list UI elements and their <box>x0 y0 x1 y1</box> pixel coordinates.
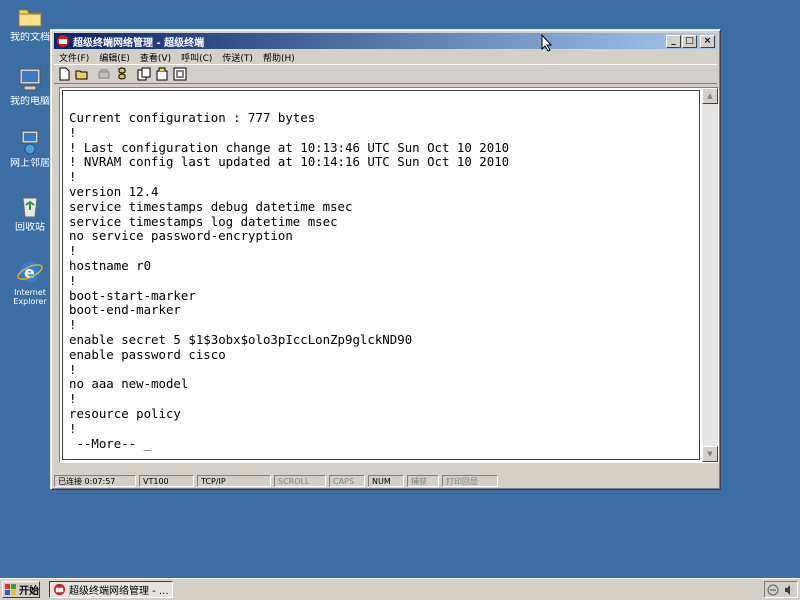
network-status-icon[interactable] <box>767 584 779 596</box>
scroll-up-icon: ▲ <box>707 92 713 100</box>
status-print-echo: 打印回显 <box>442 475 498 487</box>
recycle-bin-icon <box>22 197 38 218</box>
start-button[interactable]: 开始 <box>2 581 40 598</box>
status-scroll: SCROLL <box>274 475 326 487</box>
menu-file[interactable]: 文件(F) <box>54 51 94 64</box>
minimize-button[interactable]: _ <box>666 34 681 48</box>
maximize-button[interactable]: □ <box>682 34 697 48</box>
desktop-icon-network-places[interactable]: 网上邻居 <box>4 128 56 170</box>
desktop-icon-internet-explorer[interactable]: e Internet Explorer <box>4 258 56 306</box>
close-button[interactable]: × <box>700 34 715 48</box>
desktop-icon-my-computer[interactable]: 我的电脑 <box>4 66 56 108</box>
network-icon <box>21 130 39 155</box>
new-button[interactable] <box>56 66 72 82</box>
status-num: NUM <box>368 475 404 487</box>
disconnect-button[interactable] <box>96 66 112 82</box>
title-bar[interactable]: 超级终端网络管理 - 超级终端 _ □ × <box>54 33 717 49</box>
volume-icon[interactable] <box>783 584 795 596</box>
status-caps: CAPS <box>329 475 365 487</box>
computer-icon <box>19 68 41 91</box>
connect-icon <box>118 67 126 80</box>
windows-logo-icon <box>5 583 16 595</box>
scroll-down-icon: ▼ <box>707 450 713 458</box>
taskbar-item-hyperterminal[interactable]: 超级终端网络管理 - ... <box>49 581 173 598</box>
window-title: 超级终端网络管理 - 超级终端 <box>73 37 205 49</box>
desktop-icon-label: 我的文档 <box>10 32 50 43</box>
desktop-icon-label: Internet Explorer <box>13 288 47 306</box>
open-button[interactable] <box>74 66 90 82</box>
desktop-icon-label: 网上邻居 <box>10 158 50 169</box>
folder-icon <box>18 9 42 27</box>
desktop-icon-label: 回收站 <box>15 222 45 233</box>
vertical-scrollbar[interactable]: ▲ ▼ <box>702 88 718 462</box>
send-button[interactable] <box>136 66 152 82</box>
status-bar: 已连接 0:07:57 VT100 TCP/IP SCROLL CAPS NUM… <box>54 474 717 488</box>
receive-button[interactable] <box>154 66 170 82</box>
desktop-icon-recycle-bin[interactable]: 回收站 <box>4 192 56 234</box>
scroll-down-button[interactable]: ▼ <box>702 446 718 462</box>
toolbar <box>54 64 717 84</box>
terminal-frame: Current configuration : 777 bytes ! ! La… <box>59 87 719 463</box>
status-connection: 已连接 0:07:57 <box>54 475 136 487</box>
maximize-icon: □ <box>685 36 694 46</box>
disconnect-icon <box>98 69 110 79</box>
taskbar-item-label: 超级终端网络管理 - ... <box>69 586 169 597</box>
start-label: 开始 <box>19 586 39 597</box>
terminal-output: Current configuration : 777 bytes ! ! La… <box>69 110 510 451</box>
status-emulation: VT100 <box>139 475 194 487</box>
hyperterminal-app-icon <box>57 35 69 47</box>
new-icon <box>59 67 70 81</box>
hyperterminal-window: 超级终端网络管理 - 超级终端 _ □ × 文件(F) 编辑(E) 查看(V) … <box>50 29 721 490</box>
menu-call[interactable]: 呼叫(C) <box>176 51 217 64</box>
terminal-screen[interactable]: Current configuration : 777 bytes ! ! La… <box>62 90 700 460</box>
open-icon <box>75 70 88 80</box>
desktop-icon-my-documents[interactable]: 我的文档 <box>4 2 56 44</box>
close-icon: × <box>703 36 712 46</box>
menu-help[interactable]: 帮助(H) <box>258 51 300 64</box>
properties-button[interactable] <box>172 66 188 82</box>
taskbar: 开始 超级终端网络管理 - ... <box>0 578 800 600</box>
menu-transfer[interactable]: 传送(T) <box>217 51 258 64</box>
properties-icon <box>173 67 187 81</box>
status-protocol: TCP/IP <box>197 475 271 487</box>
system-tray <box>764 581 798 598</box>
internet-explorer-icon: e <box>17 262 43 282</box>
menu-view[interactable]: 查看(V) <box>135 51 176 64</box>
scroll-up-button[interactable]: ▲ <box>702 88 718 104</box>
minimize-icon: _ <box>671 36 676 46</box>
menu-edit[interactable]: 编辑(E) <box>94 51 135 64</box>
desktop-icon-label: 我的电脑 <box>10 96 50 107</box>
menu-bar: 文件(F) 编辑(E) 查看(V) 呼叫(C) 传送(T) 帮助(H) <box>54 50 717 64</box>
connect-button[interactable] <box>114 66 130 82</box>
status-capture: 捕获 <box>407 475 439 487</box>
mouse-cursor-icon <box>541 34 553 52</box>
receive-icon <box>156 67 168 81</box>
send-icon <box>137 67 151 81</box>
hyperterminal-app-icon <box>53 583 66 596</box>
